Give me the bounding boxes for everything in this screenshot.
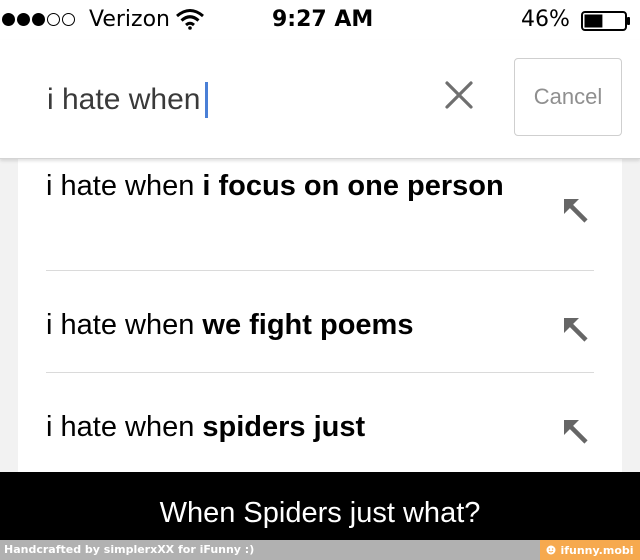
watermark-footer: Handcrafted by simplerxXX for iFunny :) … xyxy=(0,540,640,560)
suggestions-list: i hate when i focus on one person i hate… xyxy=(18,158,622,472)
cancel-button[interactable]: Cancel xyxy=(514,58,622,136)
signal-dot-empty xyxy=(62,13,75,26)
search-header: i hate when Cancel xyxy=(0,40,640,159)
signal-dot xyxy=(17,13,30,26)
signal-dot xyxy=(32,13,45,26)
signal-dot xyxy=(2,13,15,26)
fill-arrow-icon[interactable] xyxy=(560,416,590,446)
credit-text: Handcrafted by simplerxXX for iFunny :) xyxy=(4,543,255,556)
caption-text: When Spiders just what? xyxy=(159,497,481,529)
carrier-name: Verizon xyxy=(89,7,170,32)
text-caret xyxy=(205,82,209,118)
status-bar: Verizon 9:27 AM 46% xyxy=(0,0,640,40)
battery-icon xyxy=(581,11,630,31)
suggestion-item[interactable]: i hate when we fight poems xyxy=(46,306,594,344)
suggestion-item[interactable]: i hate when i focus on one person xyxy=(46,167,594,223)
suggestion-item[interactable]: i hate when spiders just xyxy=(46,408,594,446)
site-name: ifunny.mobi xyxy=(560,543,634,557)
divider xyxy=(46,270,594,271)
signal-dot-empty xyxy=(47,13,60,26)
close-icon[interactable] xyxy=(443,79,475,111)
fill-arrow-icon[interactable] xyxy=(560,195,590,225)
suggestion-text: i hate when spiders just xyxy=(46,411,366,443)
signal-strength-icon xyxy=(2,13,75,26)
fill-arrow-icon[interactable] xyxy=(560,314,590,344)
battery-percent: 46% xyxy=(521,7,570,32)
site-badge[interactable]: ifunny.mobi xyxy=(540,540,640,560)
smiley-icon xyxy=(546,545,556,555)
caption-bar: When Spiders just what? xyxy=(0,472,640,540)
suggestion-text: i hate when i focus on one person xyxy=(46,170,504,202)
status-time: 9:27 AM xyxy=(272,7,374,32)
search-input[interactable]: i hate when xyxy=(47,80,209,120)
search-query-text: i hate when xyxy=(47,83,201,116)
divider xyxy=(46,372,594,373)
wifi-icon xyxy=(176,9,204,30)
suggestion-text: i hate when we fight poems xyxy=(46,309,414,341)
